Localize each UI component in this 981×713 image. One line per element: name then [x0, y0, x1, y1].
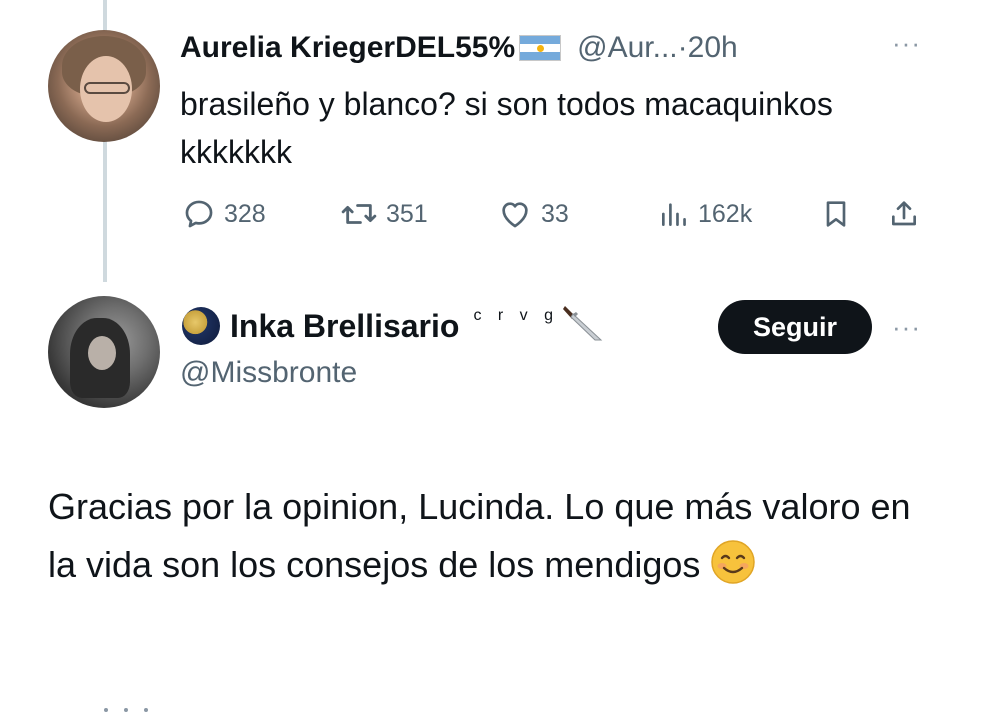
time-separator: ·	[677, 31, 688, 64]
tweet-reply[interactable]: Inka Brellisario c r v g @Missbronte Seg…	[0, 290, 981, 713]
avatar-aurelia[interactable]	[48, 30, 160, 142]
author-handle[interactable]: @Aur...	[577, 31, 678, 65]
tweet-header: Aurelia KriegerDEL55% @Aur... · 20h	[180, 28, 738, 68]
views-chart-icon	[662, 203, 686, 226]
tweet-thread-view: Aurelia KriegerDEL55% @Aur... · 20h ··· …	[0, 0, 981, 713]
author-name[interactable]: Aurelia KriegerDEL55%	[180, 31, 515, 65]
tweet-header: Inka Brellisario c r v g	[182, 304, 605, 348]
views-button[interactable]: 162k	[658, 194, 752, 234]
bookmark-icon	[826, 201, 846, 227]
reply-icon	[185, 200, 213, 228]
author-handle[interactable]: @Missbronte	[180, 356, 357, 390]
reply-count: 328	[224, 199, 266, 228]
retweet-button[interactable]: 351	[340, 194, 428, 234]
share-button[interactable]	[888, 194, 920, 234]
retweet-icon	[341, 204, 377, 224]
tweet-original[interactable]: Aurelia KriegerDEL55% @Aur... · 20h ··· …	[0, 0, 981, 290]
name-suffix: c r v g	[473, 307, 559, 324]
tweet-actions-bar: 328 351 33 162k	[180, 194, 940, 234]
avatar-face	[88, 336, 116, 370]
avatar-glasses	[84, 82, 130, 94]
author-name[interactable]: Inka Brellisario	[230, 308, 459, 345]
smiling-face-icon	[711, 540, 756, 584]
more-options-icon[interactable]: ···	[892, 314, 921, 340]
share-icon	[892, 201, 916, 226]
tweet-text: Gracias por la opinion, Lucinda. Lo que …	[48, 478, 928, 594]
views-count: 162k	[698, 199, 753, 228]
like-count: 33	[541, 199, 569, 228]
next-tweet-partial	[96, 700, 156, 713]
more-options-icon[interactable]: ···	[892, 30, 921, 56]
knife-icon	[561, 300, 605, 349]
bookmark-button[interactable]	[820, 194, 852, 234]
tweet-text-content: Gracias por la opinion, Lucinda. Lo que …	[48, 486, 911, 585]
avatar-inka[interactable]	[48, 296, 160, 408]
retweet-count: 351	[386, 199, 428, 228]
moon-icon	[182, 307, 220, 345]
like-button[interactable]: 33	[497, 194, 569, 234]
tweet-timestamp[interactable]: 20h	[688, 31, 738, 65]
follow-button[interactable]: Seguir	[718, 300, 872, 354]
reply-button[interactable]: 328	[182, 194, 266, 234]
tweet-text: brasileño y blanco? si son todos macaqui…	[180, 86, 833, 170]
heart-icon	[502, 202, 528, 228]
argentina-flag-icon	[519, 35, 562, 61]
